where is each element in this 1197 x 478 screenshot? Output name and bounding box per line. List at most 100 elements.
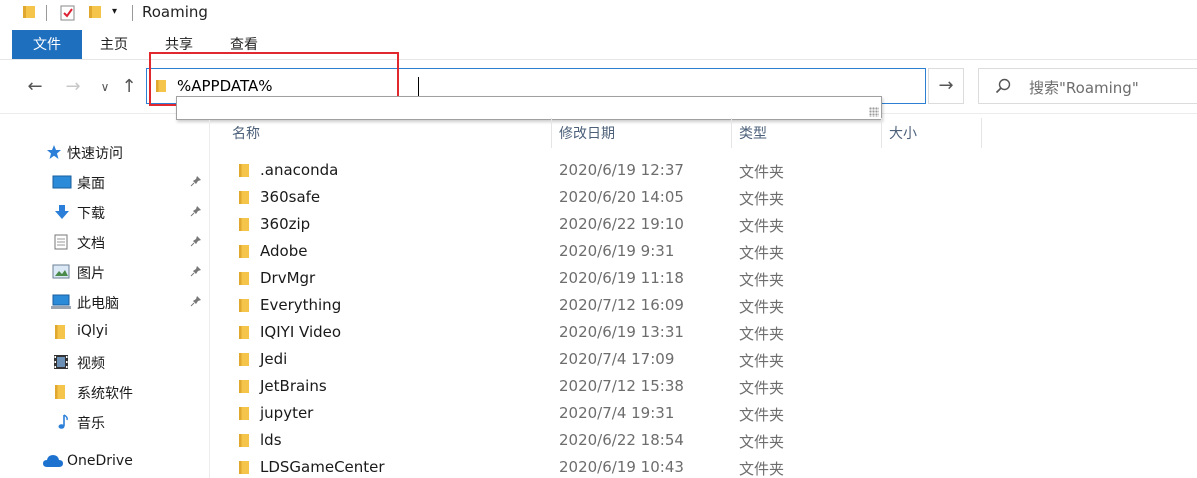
sidebar-item-label: 快速访问 xyxy=(67,146,123,162)
folder-icon xyxy=(238,298,250,317)
column-divider[interactable] xyxy=(981,118,982,148)
title-separator xyxy=(46,5,47,21)
properties-icon[interactable] xyxy=(60,4,76,26)
file-name: 360safe xyxy=(260,188,321,206)
file-type: 文件夹 xyxy=(739,406,785,424)
star-icon xyxy=(46,144,62,164)
sidebar-item-iqlyi[interactable]: iQlyi xyxy=(0,317,210,347)
arrow-right-icon: → xyxy=(65,76,81,97)
pin-icon[interactable] xyxy=(190,205,202,221)
file-name: DrvMgr xyxy=(260,269,316,287)
pin-icon[interactable] xyxy=(190,235,202,251)
resize-grip-icon[interactable] xyxy=(869,107,879,117)
folder-icon xyxy=(238,460,250,478)
title-separator xyxy=(132,5,133,21)
sidebar-item-videos[interactable]: 视频 xyxy=(0,347,210,377)
folder-icon xyxy=(238,352,250,371)
file-date: 2020/6/19 9:31 xyxy=(559,242,675,260)
folder-icon xyxy=(238,190,250,209)
sidebar-item-music[interactable]: 音乐 xyxy=(0,407,210,437)
search-icon xyxy=(995,78,1011,98)
search-box[interactable]: 搜索"Roaming" xyxy=(978,68,1197,104)
sidebar-item-onedrive[interactable]: OneDrive xyxy=(0,447,210,477)
pin-icon[interactable] xyxy=(190,175,202,191)
tab-file[interactable]: 文件 xyxy=(12,30,82,59)
list-item[interactable]: .anaconda 2020/6/19 12:37 文件夹 xyxy=(232,157,832,184)
sidebar-item-system-software[interactable]: 系统软件 xyxy=(0,377,210,407)
column-header-size[interactable]: 大小 xyxy=(889,123,917,143)
folder-icon xyxy=(238,433,250,452)
pin-icon[interactable] xyxy=(190,265,202,281)
computer-icon xyxy=(50,294,72,314)
list-item[interactable]: 360zip 2020/6/22 19:10 文件夹 xyxy=(232,211,832,238)
sidebar-item-desktop[interactable]: 桌面 xyxy=(0,167,210,197)
sidebar-item-quick-access[interactable]: 快速访问 xyxy=(0,137,210,167)
sidebar-item-label: 音乐 xyxy=(77,416,105,432)
new-folder-icon[interactable] xyxy=(88,4,102,24)
tab-home[interactable]: 主页 xyxy=(92,30,136,60)
column-header-type[interactable]: 类型 xyxy=(739,123,767,143)
list-item[interactable]: Adobe 2020/6/19 9:31 文件夹 xyxy=(232,238,832,265)
file-type: 文件夹 xyxy=(739,163,785,181)
sidebar-item-label: 桌面 xyxy=(77,176,105,192)
file-name: IQIYI Video xyxy=(260,323,342,341)
search-input[interactable]: 搜索"Roaming" xyxy=(1029,77,1139,98)
file-date: 2020/6/22 19:10 xyxy=(559,215,684,233)
file-date: 2020/6/19 13:31 xyxy=(559,323,684,341)
folder-icon xyxy=(238,379,250,398)
list-item[interactable]: Jedi 2020/7/4 17:09 文件夹 xyxy=(232,346,832,373)
folder-icon xyxy=(238,271,250,290)
arrow-left-icon: ← xyxy=(27,76,43,97)
file-date: 2020/7/4 17:09 xyxy=(559,350,675,368)
sidebar-item-label: 系统软件 xyxy=(77,386,133,402)
list-item[interactable]: JetBrains 2020/7/12 15:38 文件夹 xyxy=(232,373,832,400)
list-item[interactable]: Everything 2020/7/12 16:09 文件夹 xyxy=(232,292,832,319)
column-header-date[interactable]: 修改日期 xyxy=(559,123,615,143)
chevron-down-icon: ∨ xyxy=(100,80,110,94)
list-item[interactable]: 360safe 2020/6/20 14:05 文件夹 xyxy=(232,184,832,211)
sidebar-item-downloads[interactable]: 下载 xyxy=(0,197,210,227)
pin-icon[interactable] xyxy=(190,295,202,311)
music-icon xyxy=(55,414,69,434)
folder-icon xyxy=(238,325,250,344)
list-item[interactable]: lds 2020/6/22 18:54 文件夹 xyxy=(232,427,832,454)
list-item[interactable]: jupyter 2020/7/4 19:31 文件夹 xyxy=(232,400,832,427)
file-type: 文件夹 xyxy=(739,460,785,478)
column-divider[interactable] xyxy=(881,118,882,148)
file-name: 360zip xyxy=(260,215,311,233)
column-headers: 名称 修改日期 类型 大小 xyxy=(212,118,1197,148)
autocomplete-popup[interactable] xyxy=(176,96,882,120)
file-date: 2020/6/20 14:05 xyxy=(559,188,684,206)
customize-dropdown-icon[interactable]: ▾ xyxy=(112,6,117,17)
up-button[interactable]: ↑ xyxy=(118,76,140,98)
file-type: 文件夹 xyxy=(739,217,785,235)
list-item[interactable]: LDSGameCenter 2020/6/19 10:43 文件夹 xyxy=(232,454,832,478)
folder-icon xyxy=(238,244,250,263)
column-divider[interactable] xyxy=(731,118,732,148)
column-divider[interactable] xyxy=(551,118,552,148)
sidebar-item-pictures[interactable]: 图片 xyxy=(0,257,210,287)
pictures-icon xyxy=(52,264,70,283)
sidebar-item-label: 视频 xyxy=(77,356,105,372)
file-date: 2020/6/19 10:43 xyxy=(559,458,684,476)
back-button[interactable]: ← xyxy=(24,76,46,98)
column-header-name[interactable]: 名称 xyxy=(232,123,260,143)
sidebar-item-label: 下载 xyxy=(77,206,105,222)
file-type: 文件夹 xyxy=(739,190,785,208)
file-date: 2020/7/12 15:38 xyxy=(559,377,684,395)
go-button[interactable]: → xyxy=(928,68,964,104)
folder-icon xyxy=(54,324,66,344)
folder-icon[interactable] xyxy=(22,4,36,24)
window-title: Roaming xyxy=(142,3,208,21)
sidebar-item-this-pc[interactable]: 此电脑 xyxy=(0,287,210,317)
list-item[interactable]: DrvMgr 2020/6/19 11:18 文件夹 xyxy=(232,265,832,292)
file-name: Adobe xyxy=(260,242,308,260)
title-bar: ▾ Roaming xyxy=(0,0,1197,26)
file-date: 2020/6/19 11:18 xyxy=(559,269,684,287)
sidebar-item-documents[interactable]: 文档 xyxy=(0,227,210,257)
list-item[interactable]: IQIYI Video 2020/6/19 13:31 文件夹 xyxy=(232,319,832,346)
forward-button[interactable]: → xyxy=(62,76,84,98)
recent-locations-button[interactable]: ∨ xyxy=(94,76,116,98)
video-icon xyxy=(53,354,69,374)
download-icon xyxy=(54,204,70,224)
